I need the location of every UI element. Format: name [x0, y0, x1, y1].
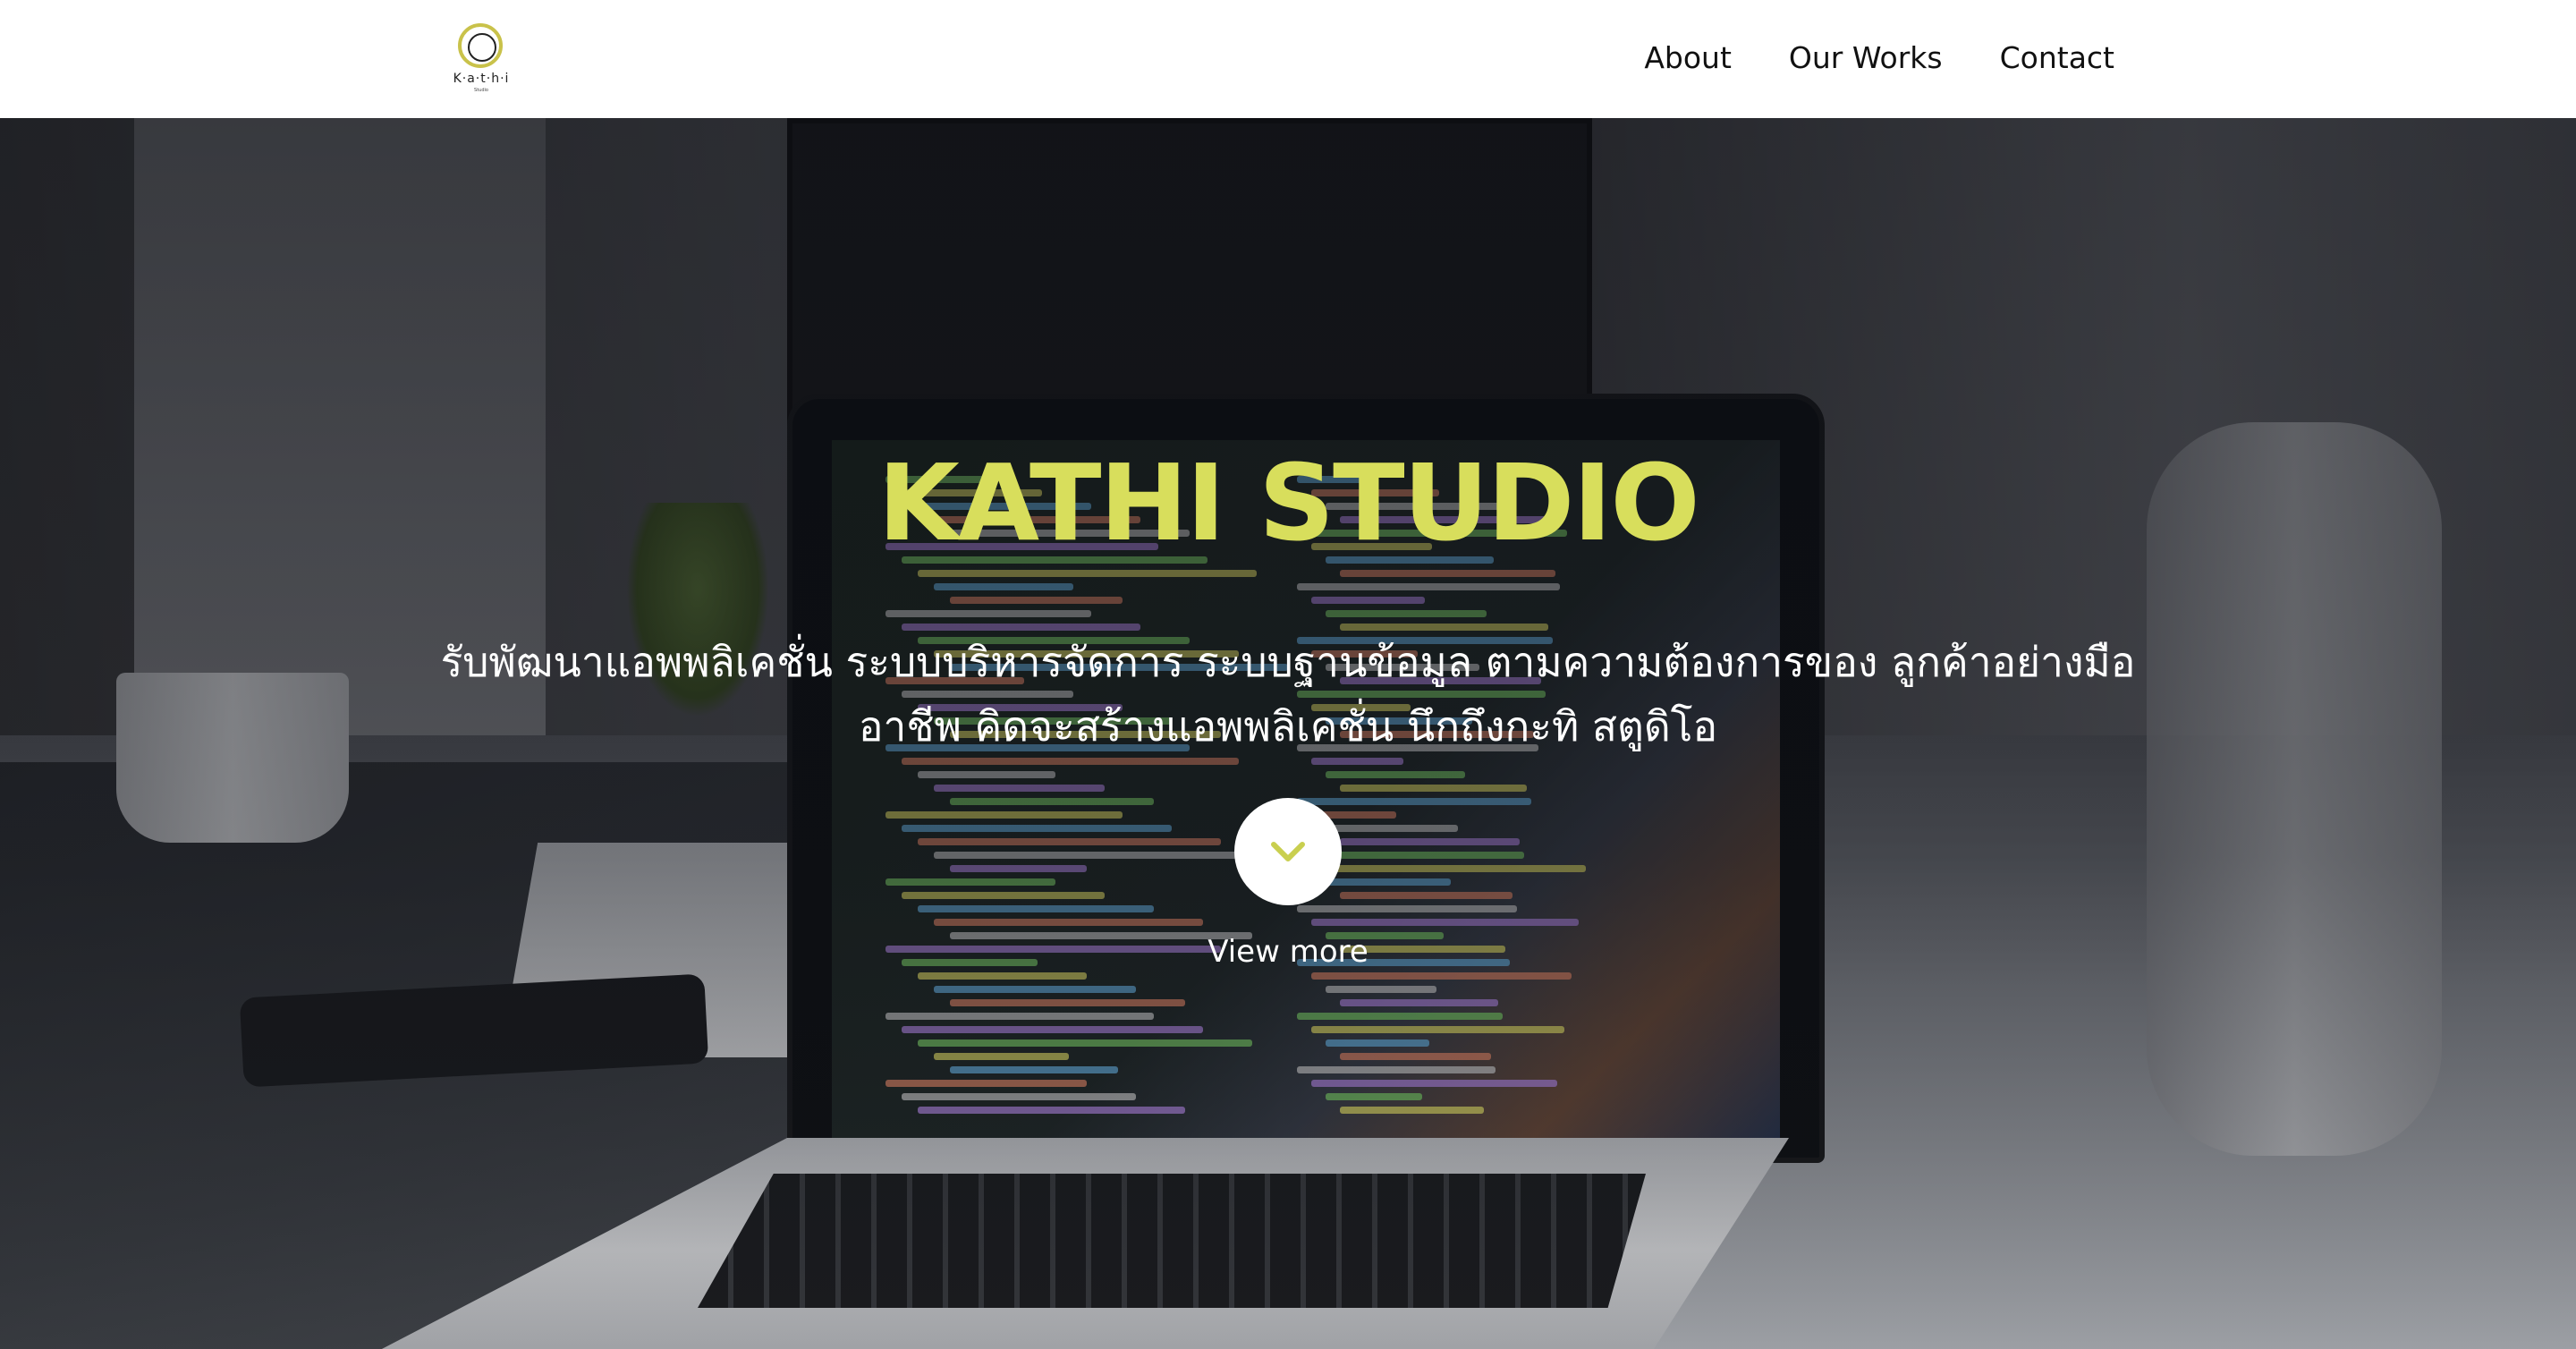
- nav-our-works[interactable]: Our Works: [1789, 36, 1943, 81]
- hero-title: KATHI STUDIO: [877, 441, 1699, 564]
- view-more-label[interactable]: View more: [1109, 934, 1467, 970]
- view-more-button[interactable]: [1234, 798, 1342, 905]
- nav-contact[interactable]: Contact: [2000, 36, 2114, 81]
- nav-about[interactable]: About: [1644, 36, 1732, 81]
- hero-section: KATHI STUDIO รับพัฒนาแอพพลิเคชั่น ระบบบร…: [0, 118, 2576, 1349]
- site-header: K·a·t·h·i Studio About Our Works Contact: [0, 0, 2576, 118]
- main-nav: About Our Works Contact: [1644, 36, 2114, 81]
- hero-description: รับพัฒนาแอพพลิเคชั่น ระบบบริหารจัดการ ระ…: [440, 638, 2136, 751]
- logo[interactable]: K·a·t·h·i Studio: [449, 21, 513, 95]
- logo-subtext: Studio: [474, 88, 488, 93]
- logo-text: K·a·t·h·i: [453, 72, 510, 86]
- chevron-down-icon: [1271, 842, 1305, 861]
- logo-mark-icon: [458, 23, 503, 68]
